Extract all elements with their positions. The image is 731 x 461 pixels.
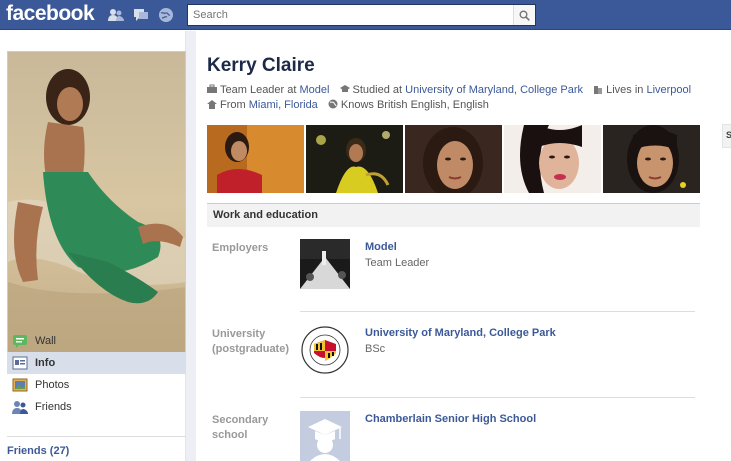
search-icon	[519, 10, 530, 21]
sidebar-item-photos[interactable]: Photos	[7, 374, 186, 396]
friend-requests-icon[interactable]	[108, 7, 124, 23]
university-link[interactable]: University of Maryland, College Park	[365, 327, 556, 339]
notifications-icon[interactable]	[158, 7, 174, 23]
photo-thumbnail[interactable]	[603, 125, 700, 193]
profile-name[interactable]: Kerry Claire	[207, 55, 315, 77]
sidebar-item-label: Info	[35, 357, 56, 369]
search-input[interactable]	[188, 5, 508, 25]
top-bar: facebook	[0, 0, 731, 30]
building-icon	[594, 86, 603, 94]
lives-link[interactable]: Liverpool	[646, 84, 691, 96]
profile-picture[interactable]	[7, 51, 186, 353]
main-content: Kerry Claire Team Leader at Model Studie…	[207, 31, 700, 461]
entry-key: Secondary school	[212, 414, 269, 441]
search-box	[187, 4, 536, 26]
graduation-cap-icon	[339, 85, 350, 92]
messages-icon[interactable]	[133, 7, 149, 23]
section-heading-work-education: Work and education	[207, 203, 700, 227]
study-prefix: Studied at	[352, 84, 403, 96]
photo-thumbnail[interactable]	[207, 125, 304, 193]
friends-box: Friends (27)	[7, 436, 186, 457]
info-icon	[12, 356, 28, 370]
employer-link[interactable]: Model	[365, 241, 397, 253]
wall-icon	[13, 335, 27, 348]
lives-prefix: Lives in	[606, 84, 644, 96]
photo-thumbnail[interactable]	[504, 125, 601, 193]
photo-strip	[207, 125, 700, 193]
entry-key: Employers	[212, 242, 269, 254]
sidebar-item-label: Wall	[35, 335, 56, 347]
study-link[interactable]: University of Maryland, College Park	[405, 84, 583, 96]
sidebar-item-label: Friends	[35, 401, 72, 413]
profile-facts: Team Leader at Model Studied at Universi…	[207, 83, 707, 113]
left-column: Wall Info Photos Friends Friends (27)	[0, 31, 186, 461]
friends-icon	[12, 401, 28, 414]
search-button[interactable]	[513, 5, 535, 25]
profile-nav: Wall Info Photos Friends	[7, 330, 186, 418]
sidebar-item-wall[interactable]: Wall	[7, 330, 186, 352]
photos-icon	[12, 378, 28, 392]
sidebar-item-friends[interactable]: Friends	[7, 396, 186, 418]
from-prefix: From	[220, 99, 246, 111]
right-column-stub: S	[722, 124, 731, 148]
school-link[interactable]: Chamberlain Senior High School	[365, 413, 536, 425]
employer-position: Team Leader	[365, 257, 430, 269]
university-seal[interactable]	[300, 325, 350, 375]
degree-text: BSc	[365, 343, 386, 355]
sidebar-item-info[interactable]: Info	[7, 352, 186, 374]
divider	[300, 311, 695, 312]
facebook-logo[interactable]: facebook	[6, 2, 95, 26]
school-placeholder-icon[interactable]	[300, 411, 350, 461]
employer-thumbnail[interactable]	[300, 239, 350, 289]
work-link[interactable]: Model	[300, 84, 330, 96]
photo-thumbnail[interactable]	[306, 125, 403, 193]
languages-text: Knows British English, English	[340, 99, 489, 111]
sidebar-item-label: Photos	[35, 379, 70, 391]
friends-count-link[interactable]: Friends (27)	[7, 445, 69, 457]
from-link[interactable]: Miami, Florida	[249, 99, 318, 111]
home-icon	[207, 100, 217, 109]
globe-icon	[328, 99, 338, 109]
briefcase-icon	[207, 84, 217, 93]
entry-key: University (postgraduate)	[212, 328, 289, 355]
photo-thumbnail[interactable]	[405, 125, 502, 193]
work-prefix: Team Leader at	[220, 84, 297, 96]
divider	[300, 397, 695, 398]
